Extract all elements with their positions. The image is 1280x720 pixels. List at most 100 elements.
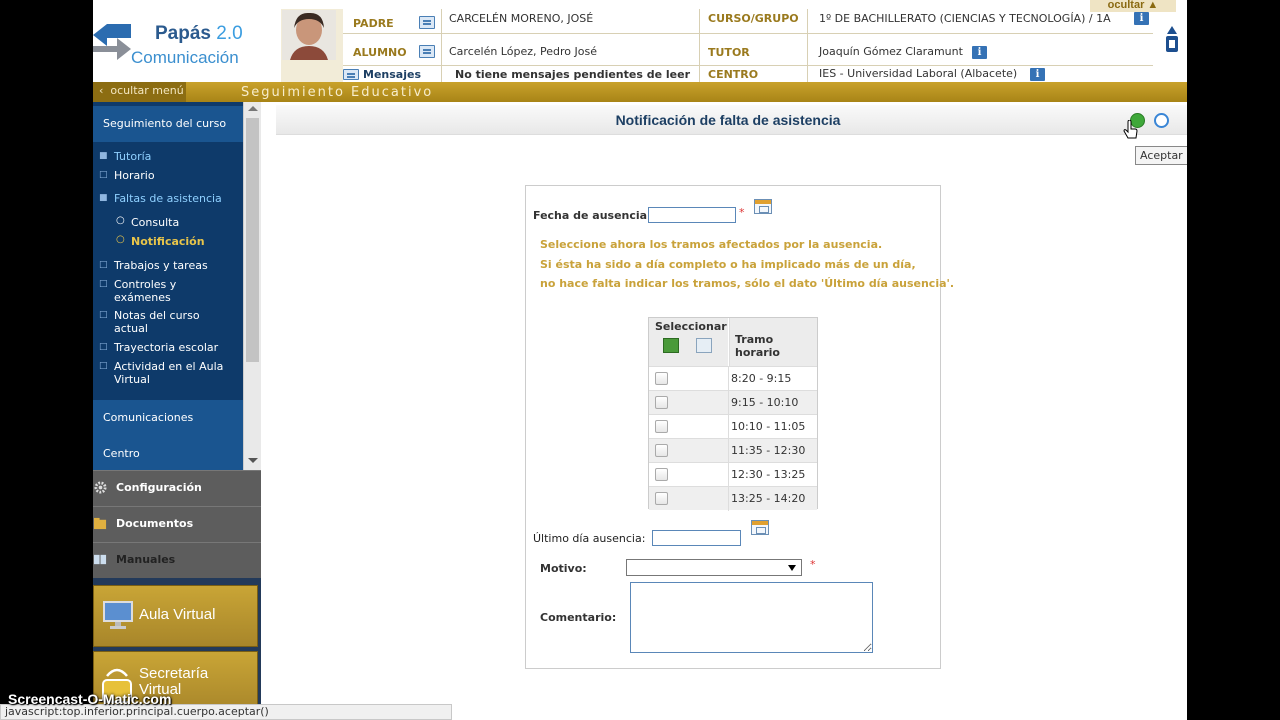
scroll-thumb[interactable] xyxy=(246,118,259,362)
tooltip-aceptar: Aceptar xyxy=(1135,146,1187,165)
fecha-input[interactable] xyxy=(648,207,736,223)
tramo-checkbox[interactable] xyxy=(655,492,668,505)
col-header-select: Seleccionar xyxy=(649,318,728,366)
comentario-textarea[interactable] xyxy=(630,582,873,653)
tramo-row: 11:35 - 12:30 xyxy=(649,438,817,463)
sidebar-item-controles[interactable]: □ Controles y exámenes xyxy=(99,278,194,304)
tramo-row: 9:15 - 10:10 xyxy=(649,390,817,415)
sidebar-item-horario[interactable]: □ Horario xyxy=(99,169,234,182)
fecha-label: Fecha de ausencia: xyxy=(533,209,652,222)
gear-icon xyxy=(94,481,107,494)
page-title: Notificación de falta de asistencia xyxy=(615,112,841,128)
sidebar-item-tutoria[interactable]: ■ Tutoría xyxy=(99,150,234,163)
logo-subtitle: Comunicación xyxy=(131,48,239,67)
motivo-select[interactable] xyxy=(626,559,802,576)
tramo-checkbox[interactable] xyxy=(655,396,668,409)
calendar-icon[interactable] xyxy=(751,520,769,535)
sidebar-subitem-consulta[interactable]: ○ Consulta xyxy=(116,215,179,229)
alumno-card-icon[interactable] xyxy=(419,45,435,58)
book-icon xyxy=(94,554,107,565)
bullet-icon: □ xyxy=(99,361,108,371)
curso-info-icon[interactable]: i xyxy=(1134,12,1149,25)
sidebar-manuales[interactable]: Manuales xyxy=(93,542,261,578)
comentario-label: Comentario: xyxy=(540,611,617,624)
motivo-label: Motivo: xyxy=(540,562,587,575)
tutor-value: Joaquín Gómez Claramunt xyxy=(819,45,963,58)
col-header-tramo: Tramo horario xyxy=(729,318,817,366)
sidebar-head-seguimiento[interactable]: Seguimiento del curso xyxy=(93,106,243,142)
deselect-all-icon[interactable] xyxy=(696,338,712,353)
tramos-table: Seleccionar Tramo horario 8:20 - 9:15 9:… xyxy=(648,317,818,511)
sidebar-item-faltas[interactable]: ■ Faltas de asistencia xyxy=(99,192,234,205)
alumno-label: ALUMNO xyxy=(353,46,407,59)
bullet-icon: □ xyxy=(99,310,108,320)
monitor-icon xyxy=(103,601,133,629)
logo-arrows-icon xyxy=(93,24,131,60)
page-title-bar: Notificación de falta de asistencia xyxy=(276,105,1187,135)
ultimo-label: Último día ausencia: xyxy=(533,532,646,545)
tutor-info-icon[interactable]: i xyxy=(972,46,987,59)
sidebar-documentos[interactable]: Documentos solicitados xyxy=(93,506,261,564)
sidebar-item-actividad[interactable]: □ Actividad en el Aula Virtual xyxy=(99,360,232,386)
sidebar-scrollbar[interactable] xyxy=(243,102,261,470)
sidebar-head-centro[interactable]: Centro xyxy=(93,436,243,472)
coat-of-arms-icon xyxy=(1166,26,1178,52)
mensajes-label[interactable]: Mensajes xyxy=(363,68,421,81)
sidebar-configuracion[interactable]: Configuración xyxy=(93,470,261,506)
hint-line-2: Si ésta ha sido a día completo o ha impl… xyxy=(540,258,916,271)
ocultar-menu-button[interactable]: ‹ ocultar menú xyxy=(93,82,186,102)
chevron-down-icon xyxy=(788,565,796,571)
header-divider xyxy=(699,9,700,83)
ocultar-header-button[interactable]: ocultar ▲ xyxy=(1090,0,1176,12)
logo-title: Papás 2.0 xyxy=(155,23,243,44)
header-divider xyxy=(441,9,442,83)
absence-form: Fecha de ausencia: * Seleccione ahora lo… xyxy=(525,185,954,669)
browser-viewport: Papás 2.0 Comunicación PADRE CARCELÉN MO… xyxy=(93,0,1187,720)
bullet-icon: □ xyxy=(99,260,108,270)
sidebar-head-comunicaciones[interactable]: Comunicaciones xyxy=(93,400,243,436)
header-divider xyxy=(343,65,1153,66)
section-title: Seguimiento Educativo xyxy=(241,85,434,100)
hint-line-3: no hace falta indicar los tramos, sólo e… xyxy=(540,277,955,290)
bullet-icon: □ xyxy=(99,342,108,352)
mail-icon[interactable] xyxy=(343,69,359,80)
header-divider xyxy=(343,33,1153,34)
tile-aula-virtual[interactable]: Aula Virtual xyxy=(93,585,258,647)
sidebar-nav: Seguimiento del curso ■ Tutoría □ Horario … xyxy=(93,102,243,472)
tramo-checkbox[interactable] xyxy=(655,444,668,457)
mensajes-value: No tiene mensajes pendientes de leer xyxy=(455,68,691,81)
app-logo[interactable]: Papás 2.0 Comunicación xyxy=(93,8,273,78)
required-mark: * xyxy=(739,206,745,219)
calendar-icon[interactable] xyxy=(754,199,772,214)
sidebar-subitem-notificacion[interactable]: ○ Notificación xyxy=(116,234,205,248)
sidebar: Seguimiento del curso ■ Tutoría □ Horario … xyxy=(93,102,261,720)
sidebar-item-trayectoria[interactable]: □ Trayectoria escolar xyxy=(99,341,234,354)
next-button[interactable] xyxy=(1154,113,1169,128)
centro-value: IES - Universidad Laboral (Albacete) xyxy=(819,67,1018,80)
hand-cursor-icon xyxy=(1123,120,1138,139)
scroll-down-icon[interactable] xyxy=(248,458,258,463)
tramo-checkbox[interactable] xyxy=(655,468,668,481)
sidebar-item-trabajos[interactable]: □ Trabajos y tareas xyxy=(99,259,234,272)
select-all-icon[interactable] xyxy=(663,338,679,353)
avatar xyxy=(282,10,336,60)
tramo-row: 8:20 - 9:15 xyxy=(649,366,817,391)
bullet-icon: □ xyxy=(99,279,108,289)
sidebar-item-notas[interactable]: □ Notas del curso actual xyxy=(99,309,210,335)
tramo-checkbox[interactable] xyxy=(655,420,668,433)
tramo-row: 12:30 - 13:25 xyxy=(649,462,817,487)
curso-label: CURSO/GRUPO xyxy=(708,12,799,25)
main-content: Notificación de falta de asistencia Acep… xyxy=(262,102,1187,720)
scroll-up-icon[interactable] xyxy=(248,106,258,111)
alumno-value: Carcelén López, Pedro José xyxy=(449,45,597,58)
padre-value: CARCELÉN MORENO, JOSÉ xyxy=(449,12,594,25)
centro-info-icon[interactable]: i xyxy=(1030,68,1045,81)
padre-label: PADRE xyxy=(353,17,394,30)
tramo-row: 10:10 - 11:05 xyxy=(649,414,817,439)
folder-icon xyxy=(94,517,107,530)
ultimo-input[interactable] xyxy=(652,530,741,546)
padre-card-icon[interactable] xyxy=(419,16,435,29)
bullet-icon: □ xyxy=(99,170,108,180)
tramo-checkbox[interactable] xyxy=(655,372,668,385)
bullet-icon: ■ xyxy=(99,193,108,203)
